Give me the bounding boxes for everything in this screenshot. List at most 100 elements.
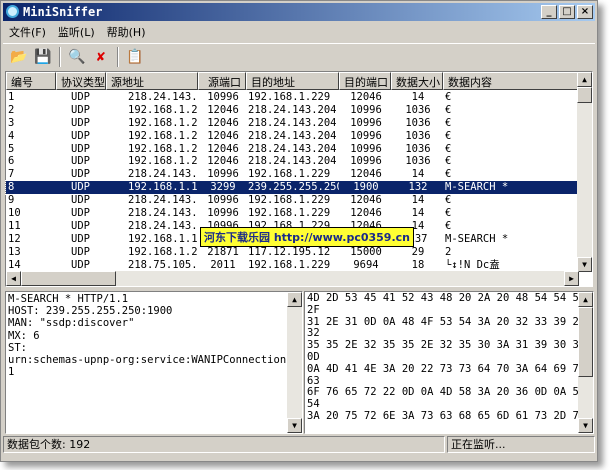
column-header[interactable]: 数据内容 [443, 72, 579, 90]
table-cell: 9 [8, 194, 15, 207]
table-cell: 12046 [350, 168, 382, 181]
table-cell: 218.75.105.178 [128, 258, 198, 271]
packet-text: M-SEARCH * HTTP/1.1 HOST: 239.255.255.25… [8, 293, 293, 379]
table-row[interactable]: 13 UDP 192.168.1.229 21871 117.12.195.12 1500… [6, 246, 579, 259]
table-cell: 192.168.1.229 [128, 103, 198, 116]
table-cell: 218.24.143.204 [248, 129, 337, 142]
packet-list[interactable]: 编号 协议类型 源地址 源端口 目的地址 目的端口 数据大小 数据内容 1 UDP 218.24.… [5, 71, 593, 287]
table-row[interactable]: 14 UDP 218.75.105.178 2011 192.168.1.229 9694… [6, 259, 579, 272]
table-cell: 14 [8, 258, 21, 271]
column-header[interactable]: 源地址 [106, 72, 198, 90]
table-cell: € [445, 155, 452, 168]
column-header[interactable]: 目的地址 [246, 72, 339, 90]
table-cell: 12046 [207, 129, 239, 142]
table-cell: 192.168.1.229 [248, 194, 331, 207]
table-cell: 10996 [350, 116, 382, 129]
table-row[interactable]: 2 UDP 192.168.1.229 12046 218.24.143.204 1099… [6, 104, 579, 117]
table-cell: 10 [8, 207, 21, 220]
table-cell: € [445, 129, 452, 142]
table-cell: 192.168.1.229 [248, 258, 331, 271]
close-button[interactable]: × [577, 5, 593, 19]
table-cell: 10996 [207, 194, 239, 207]
table-cell: 10996 [350, 155, 382, 168]
table-row[interactable]: 7 UDP 218.24.143.204 10996 192.168.1.229 1204… [6, 168, 579, 181]
horizontal-scrollbar[interactable]: ◀ ▶ [6, 271, 579, 286]
hscroll-thumb[interactable] [21, 271, 116, 286]
table-cell: € [445, 103, 452, 116]
table-row[interactable]: 4 UDP 192.168.1.229 12046 218.24.143.204 1099… [6, 130, 579, 143]
table-cell: 1036 [405, 155, 431, 168]
scroll-up-button[interactable]: ▲ [287, 292, 302, 307]
table-cell: 3299 [210, 181, 236, 194]
table-cell: 1036 [405, 142, 431, 155]
text-view-pane[interactable]: M-SEARCH * HTTP/1.1 HOST: 239.255.255.25… [5, 291, 303, 434]
open-folder-icon[interactable]: 📂 [9, 47, 29, 67]
column-header[interactable]: 协议类型 [56, 72, 106, 90]
table-cell: UDP [71, 168, 90, 181]
table-row[interactable]: 5 UDP 192.168.1.229 12046 218.24.143.204 1099… [6, 143, 579, 156]
table-cell: 218.24.143.204 [248, 155, 337, 168]
column-header[interactable]: 数据大小 [391, 72, 443, 90]
scroll-up-button[interactable]: ▲ [578, 292, 593, 307]
table-cell: 12046 [350, 207, 382, 220]
save-icon[interactable]: 💾 [33, 47, 53, 67]
scroll-down-button[interactable]: ▼ [577, 257, 592, 272]
table-row[interactable]: 8 UDP 192.168.1.110 3299 239.255.255.250 1900… [5, 180, 580, 196]
window-title: MiniSniffer [23, 5, 103, 19]
table-cell: UDP [71, 91, 90, 103]
table-row[interactable]: 6 UDP 192.168.1.229 12046 218.24.143.204 1099… [6, 155, 579, 168]
menu-file[interactable]: 文件(F) [3, 22, 52, 40]
scroll-left-button[interactable]: ◀ [6, 271, 21, 286]
menu-help[interactable]: 帮助(H) [101, 22, 152, 40]
table-row[interactable]: 1 UDP 218.24.143.204 10996 192.168.1.229 1204… [6, 91, 579, 104]
status-packet-count: 数据包个数: 192 [3, 436, 445, 453]
table-cell: 12046 [207, 142, 239, 155]
table-cell: 14 [411, 168, 425, 181]
table-row[interactable]: 10 UDP 218.24.143.204 10996 192.168.1.229 120… [6, 207, 579, 220]
table-cell: UDP [71, 155, 90, 168]
stop-sniff-icon[interactable]: ✘ [91, 47, 111, 67]
column-header[interactable]: 编号 [6, 72, 56, 90]
table-cell: UDP [71, 207, 90, 220]
table-cell: 10996 [350, 142, 382, 155]
vertical-scrollbar[interactable]: ▲ ▼ [577, 72, 592, 272]
table-row[interactable]: 9 UDP 218.24.143.204 10996 192.168.1.229 1204… [6, 194, 579, 207]
scroll-down-button[interactable]: ▼ [578, 418, 593, 433]
menu-listen[interactable]: 监听(L) [52, 22, 101, 40]
start-sniff-icon[interactable]: 🔍 [67, 47, 87, 67]
table-cell: 6 [8, 155, 15, 168]
minimize-button[interactable]: _ [541, 5, 557, 19]
table-cell: 29 [411, 245, 425, 258]
table-cell: UDP [71, 232, 90, 245]
table-cell: 192.168.1.110 [128, 181, 198, 194]
hex-view-pane[interactable]: 4D 2D 53 45 41 52 43 48 20 2A 20 48 54 5… [304, 291, 594, 434]
table-cell: UDP [71, 245, 90, 258]
hex-scrollbar[interactable]: ▲ ▼ [578, 292, 593, 433]
table-cell: € [445, 142, 452, 155]
clear-icon[interactable]: 📋 [125, 47, 145, 67]
scroll-thumb[interactable] [578, 307, 593, 377]
table-cell: 8 [8, 181, 15, 194]
column-header[interactable]: 源端口 [198, 72, 246, 90]
toolbar-divider [59, 46, 61, 67]
table-cell: 11 [8, 219, 21, 232]
scroll-down-button[interactable]: ▼ [287, 418, 302, 433]
table-cell: M-SEARCH * [445, 181, 509, 194]
table-row[interactable]: 3 UDP 192.168.1.229 12046 218.24.143.204 1099… [6, 117, 579, 130]
maximize-button[interactable]: □ [559, 5, 575, 19]
table-cell: 12046 [207, 155, 239, 168]
scroll-up-button[interactable]: ▲ [577, 72, 592, 87]
menu-bar: 文件(F) 监听(L) 帮助(H) [3, 22, 152, 40]
table-cell: 1036 [405, 103, 431, 116]
text-scrollbar[interactable]: ▲ ▼ [287, 292, 302, 433]
table-cell: └↕!N Dc盍 [445, 258, 500, 271]
table-cell: 192.168.1.229 [128, 155, 198, 168]
column-header[interactable]: 目的端口 [339, 72, 391, 90]
table-cell: 7 [8, 168, 15, 181]
table-cell: 1036 [405, 116, 431, 129]
table-cell: 218.24.143.204 [248, 142, 337, 155]
table-cell: 10996 [207, 207, 239, 220]
table-cell: € [445, 219, 452, 232]
scroll-right-button[interactable]: ▶ [564, 271, 579, 286]
scroll-thumb[interactable] [577, 87, 592, 103]
